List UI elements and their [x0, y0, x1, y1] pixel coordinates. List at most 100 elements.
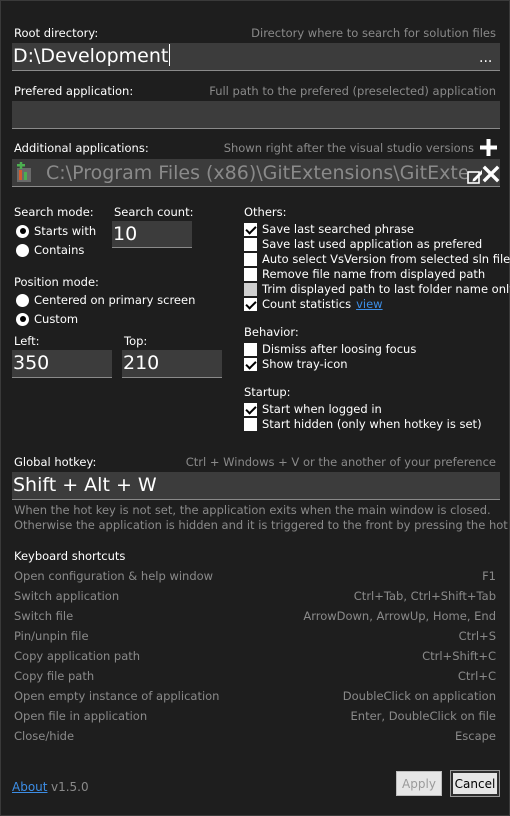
save-last-used-app-checkbox[interactable]: Save last used application as prefered: [244, 237, 482, 251]
search-mode-contains-radio[interactable]: Contains: [16, 243, 84, 257]
startup-label: Startup:: [244, 385, 291, 399]
gitextensions-app-icon: [15, 162, 37, 184]
checkbox-indicator: [244, 402, 257, 416]
search-count-input[interactable]: 10: [112, 221, 192, 248]
global-hotkey-label: Global hotkey:: [14, 455, 97, 469]
checkbox-label: Save last used application as prefered: [262, 237, 483, 251]
plus-icon[interactable]: [480, 139, 497, 156]
preferred-application-hint: Full path to the prefered (preselected) …: [209, 84, 496, 98]
shortcut-keys: ArrowDown, ArrowUp, Home, End: [303, 609, 496, 623]
left-label: Left:: [14, 334, 40, 348]
hotkey-note-line-2: Otherwise the application is hidden and …: [14, 518, 510, 532]
checkbox-label: Start hidden (only when hotkey is set): [262, 417, 482, 431]
about-link[interactable]: About: [12, 780, 47, 794]
additional-applications-label: Additional applications:: [14, 141, 149, 155]
version-label: v1.5.0: [51, 780, 89, 794]
hotkey-note-line-1: When the hot key is not set, the applica…: [14, 503, 491, 517]
checkbox-indicator: [244, 357, 257, 371]
text-caret: [169, 44, 171, 66]
shortcut-keys: DoubleClick on application: [342, 689, 496, 703]
checkbox-label: Start when logged in: [262, 402, 382, 416]
root-directory-hint: Directory where to search for solution f…: [251, 26, 496, 40]
start-when-logged-in-checkbox[interactable]: Start when logged in: [244, 402, 382, 416]
checkbox-label: Dismiss after loosing focus: [262, 342, 417, 356]
shortcut-keys: Ctrl+S: [458, 629, 496, 643]
checkbox-label: Trim displayed path to last folder name …: [262, 282, 510, 296]
dismiss-after-focus-loss-checkbox[interactable]: Dismiss after loosing focus: [244, 342, 416, 356]
shortcut-action: Switch application: [14, 589, 120, 603]
root-directory-label: Root directory:: [14, 26, 99, 40]
shortcut-keys: F1: [482, 569, 496, 583]
global-hotkey-hint: Ctrl + Windows + V or the another of you…: [185, 455, 496, 469]
start-hidden-checkbox[interactable]: Start hidden (only when hotkey is set): [244, 417, 482, 431]
radio-indicator: [16, 243, 29, 257]
search-mode-starts-with-radio[interactable]: Starts with: [16, 224, 96, 238]
apply-button[interactable]: Apply: [396, 771, 442, 796]
shortcut-keys: Ctrl+Tab, Ctrl+Shift+Tab: [353, 589, 496, 603]
root-directory-input[interactable]: D:\Development: [12, 43, 500, 71]
checkbox-label: Count statistics: [262, 297, 352, 311]
additional-application-item[interactable]: C:\Program Files (x86)\GitExtensions\Git…: [12, 159, 500, 187]
save-last-searched-checkbox[interactable]: Save last searched phrase: [244, 222, 414, 236]
shortcut-action: Copy application path: [14, 649, 141, 663]
search-count-value: 10: [113, 223, 138, 245]
shortcut-keys: Enter, DoubleClick on file: [350, 709, 496, 723]
left-value: 350: [13, 352, 50, 374]
preferred-application-label: Prefered application:: [14, 84, 134, 98]
close-icon[interactable]: [482, 163, 500, 183]
settings-window: Root directory: Directory where to searc…: [0, 0, 510, 816]
root-directory-value: D:\Development: [13, 45, 169, 67]
remove-file-name-checkbox[interactable]: Remove file name from displayed path: [244, 267, 485, 281]
cancel-button[interactable]: Cancel: [450, 770, 500, 797]
radio-indicator: [16, 312, 29, 326]
count-statistics-checkbox[interactable]: Count statistics view: [244, 297, 383, 311]
shortcut-keys: Ctrl+Shift+C: [422, 649, 496, 663]
shortcut-action: Open configuration & help window: [14, 569, 214, 583]
trim-displayed-path-checkbox[interactable]: Trim displayed path to last folder name …: [244, 282, 510, 296]
others-label: Others:: [244, 205, 287, 219]
top-input[interactable]: 210: [122, 350, 222, 378]
shortcut-keys: Escape: [454, 729, 496, 743]
radio-label: Centered on primary screen: [34, 293, 196, 307]
search-mode-label: Search mode:: [14, 205, 94, 219]
position-mode-custom-radio[interactable]: Custom: [16, 312, 78, 326]
radio-label: Contains: [34, 243, 85, 257]
checkbox-label: Show tray-icon: [262, 357, 348, 371]
additional-application-path: C:\Program Files (x86)\GitExtensions\Git…: [46, 162, 500, 184]
browse-button[interactable]: ...: [479, 50, 492, 66]
shortcut-action: Open file in application: [14, 709, 148, 723]
shortcut-keys: Ctrl+C: [457, 669, 496, 683]
show-tray-icon-checkbox[interactable]: Show tray-icon: [244, 357, 348, 371]
checkbox-indicator: [244, 282, 257, 296]
view-statistics-link[interactable]: view: [356, 297, 382, 311]
shortcut-action: Switch file: [14, 609, 74, 623]
left-input[interactable]: 350: [12, 350, 112, 378]
auto-select-vsversion-checkbox[interactable]: Auto select VsVersion from selected sln …: [244, 252, 510, 266]
checkbox-indicator: [244, 297, 257, 311]
search-count-label: Search count:: [114, 205, 194, 219]
additional-applications-hint: Shown right after the visual studio vers…: [223, 141, 474, 155]
radio-label: Custom: [34, 312, 79, 326]
shortcut-action: Open empty instance of application: [14, 689, 220, 703]
radio-indicator: [16, 293, 29, 307]
top-value: 210: [123, 352, 160, 374]
position-mode-centered-radio[interactable]: Centered on primary screen: [16, 293, 195, 307]
checkbox-label: Auto select VsVersion from selected sln …: [262, 252, 510, 266]
global-hotkey-input[interactable]: Shift + Alt + W: [12, 472, 500, 500]
checkbox-label: Remove file name from displayed path: [262, 267, 486, 281]
preferred-application-input[interactable]: [12, 101, 500, 129]
checkbox-label: Save last searched phrase: [262, 222, 414, 236]
checkbox-indicator: [244, 237, 257, 251]
checkbox-indicator: [244, 267, 257, 281]
radio-label: Starts with: [34, 224, 97, 238]
shortcut-action: Pin/unpin file: [14, 629, 89, 643]
shortcut-action: Close/hide: [14, 729, 75, 743]
checkbox-indicator: [244, 222, 257, 236]
behavior-label: Behavior:: [244, 325, 299, 339]
global-hotkey-value: Shift + Alt + W: [13, 474, 157, 496]
shortcut-action: Copy file path: [14, 669, 95, 683]
checkbox-indicator: [244, 417, 257, 431]
checkbox-indicator: [244, 252, 257, 266]
keyboard-shortcuts-title: Keyboard shortcuts: [14, 549, 126, 563]
radio-indicator: [16, 224, 29, 238]
